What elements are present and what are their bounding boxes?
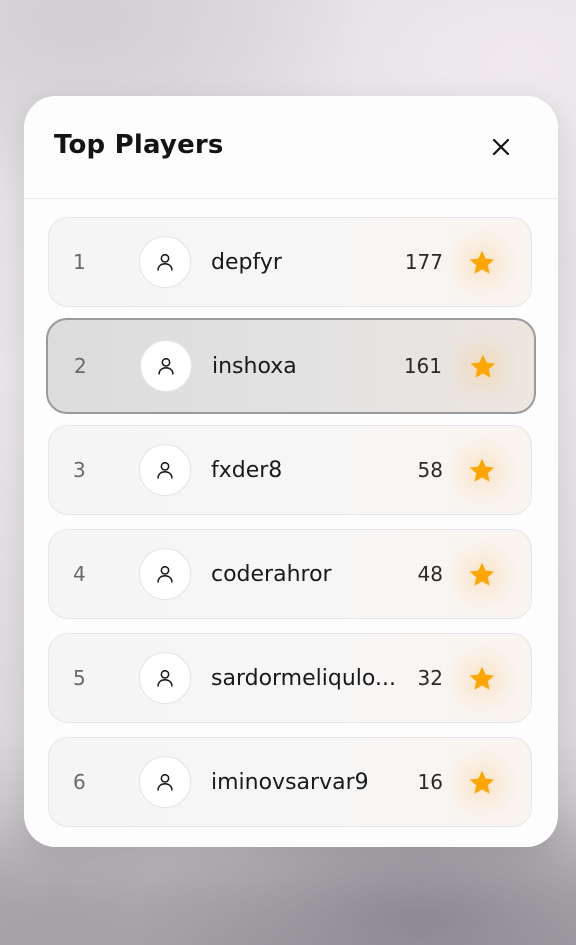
modal-header: Top Players bbox=[24, 96, 558, 199]
star-icon bbox=[469, 666, 495, 690]
player-row-selected[interactable]: 2 inshoxa 161 bbox=[46, 318, 536, 414]
user-icon bbox=[158, 357, 174, 375]
star-badge bbox=[445, 642, 519, 716]
player-username: depfyr bbox=[211, 249, 282, 275]
star-badge bbox=[445, 746, 519, 820]
player-score: 58 bbox=[417, 458, 443, 482]
user-icon bbox=[157, 669, 173, 687]
player-score: 16 bbox=[417, 770, 443, 794]
player-row[interactable]: 5 sardormeliqulo... 32 bbox=[48, 633, 532, 723]
players-list: 1 depfyr 177 2 inshoxa 161 3 fxder8 58 4… bbox=[46, 217, 536, 841]
modal-title: Top Players bbox=[54, 130, 224, 160]
close-button[interactable] bbox=[482, 128, 520, 166]
player-avatar bbox=[140, 340, 192, 392]
player-username: inshoxa bbox=[212, 353, 297, 379]
player-rank: 2 bbox=[74, 354, 87, 378]
star-badge bbox=[445, 434, 519, 508]
star-badge bbox=[445, 538, 519, 612]
player-row[interactable]: 4 coderahror 48 bbox=[48, 529, 532, 619]
user-icon bbox=[157, 773, 173, 791]
player-score: 161 bbox=[403, 354, 442, 378]
player-rank: 1 bbox=[73, 250, 86, 274]
star-icon bbox=[469, 562, 495, 586]
player-avatar bbox=[139, 756, 191, 808]
player-avatar bbox=[139, 652, 191, 704]
star-icon bbox=[470, 354, 496, 378]
player-avatar bbox=[139, 444, 191, 496]
user-icon bbox=[157, 565, 173, 583]
close-icon bbox=[492, 138, 510, 156]
user-icon bbox=[157, 253, 173, 271]
star-icon bbox=[469, 250, 495, 274]
player-avatar bbox=[139, 548, 191, 600]
star-icon bbox=[469, 770, 495, 794]
star-badge bbox=[445, 226, 519, 300]
star-icon bbox=[469, 458, 495, 482]
player-score: 32 bbox=[417, 666, 443, 690]
player-row[interactable]: 1 depfyr 177 bbox=[48, 217, 532, 307]
player-username: iminovsarvar9 bbox=[211, 769, 369, 795]
top-players-modal: Top Players 1 depfyr 177 2 inshoxa 161 3… bbox=[24, 96, 558, 847]
player-row[interactable]: 6 iminovsarvar9 16 bbox=[48, 737, 532, 827]
player-score: 48 bbox=[417, 562, 443, 586]
player-username: fxder8 bbox=[211, 457, 283, 483]
player-rank: 6 bbox=[73, 770, 86, 794]
player-rank: 3 bbox=[73, 458, 86, 482]
player-score: 177 bbox=[404, 250, 443, 274]
player-avatar bbox=[139, 236, 191, 288]
player-username: sardormeliqulo... bbox=[211, 665, 396, 691]
user-icon bbox=[157, 461, 173, 479]
player-row[interactable]: 3 fxder8 58 bbox=[48, 425, 532, 515]
player-rank: 5 bbox=[73, 666, 86, 690]
player-username: coderahror bbox=[211, 561, 332, 587]
star-badge bbox=[446, 330, 520, 404]
player-rank: 4 bbox=[73, 562, 86, 586]
